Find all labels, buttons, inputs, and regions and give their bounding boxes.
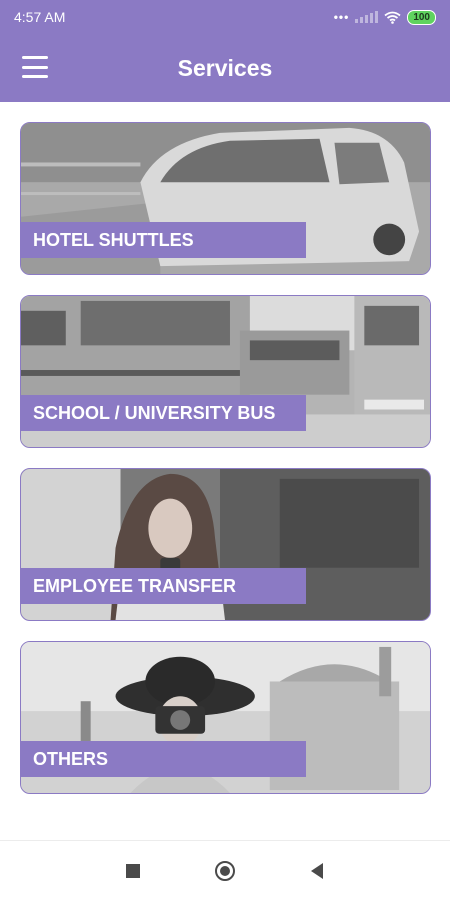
back-triangle-icon [311,862,323,879]
battery-icon: 100 [407,9,436,25]
more-dots-icon: ••• [333,10,350,24]
service-label: SCHOOL / UNIVERSITY BUS [21,395,306,431]
home-circle-icon [215,860,235,881]
service-label: OTHERS [21,741,306,777]
service-card-employee-transfer[interactable]: EMPLOYEE TRANSFER [20,468,431,621]
recents-button[interactable] [87,841,179,900]
service-card-others[interactable]: OTHERS [20,641,431,794]
app-bar: Services [0,34,450,102]
status-time: 4:57 AM [14,9,66,25]
back-button[interactable] [271,841,363,900]
service-card-hotel-shuttles[interactable]: HOTEL SHUTTLES [20,122,431,275]
service-label: HOTEL SHUTTLES [21,222,306,258]
hamburger-menu-icon[interactable] [22,56,48,78]
services-list: HOTEL SHUTTLES SCHOOL / UNIVERSITY BUS E… [20,122,431,814]
service-label: EMPLOYEE TRANSFER [21,568,306,604]
signal-icon [355,11,379,23]
recents-square-icon [126,863,140,878]
status-bar: 4:57 AM ••• 100 [0,0,450,34]
page-title: Services [177,54,273,81]
status-icons: ••• 100 [333,9,436,25]
service-card-school-bus[interactable]: SCHOOL / UNIVERSITY BUS [20,295,431,448]
system-nav-bar [0,840,450,900]
home-button[interactable] [179,841,271,900]
wifi-icon [384,11,401,24]
